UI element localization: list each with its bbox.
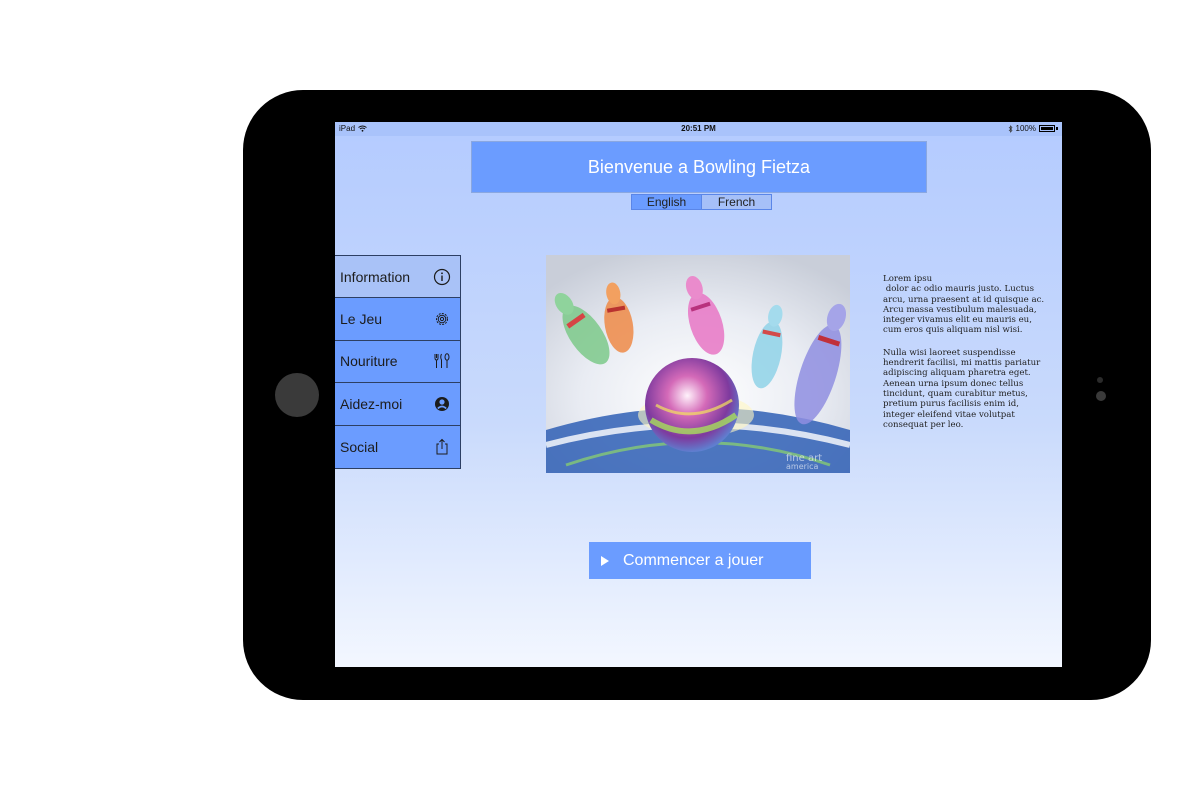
status-time: 20:51 PM bbox=[681, 124, 716, 133]
help-icon bbox=[435, 396, 449, 411]
description-paragraph-1: Lorem ipsu dolor ac odio mauris justo. L… bbox=[883, 274, 1045, 336]
gear-icon bbox=[436, 313, 448, 326]
app-screen: iPad 20:51 PM 100% Bienvenue a Bowling F… bbox=[335, 122, 1062, 667]
bowling-pins-illustration: fine art america bbox=[546, 255, 850, 473]
info-icon bbox=[433, 268, 451, 285]
battery-tip bbox=[1056, 127, 1058, 130]
status-right: 100% bbox=[1008, 124, 1058, 133]
description-paragraph-2: Nulla wisi laoreet suspendisse hendrerit… bbox=[883, 347, 1044, 430]
description-text: Lorem ipsu dolor ac odio mauris justo. L… bbox=[883, 274, 1053, 442]
sidebar-item-nouriture[interactable]: Nouriture bbox=[335, 340, 460, 384]
sidebar-item-le-jeu[interactable]: Le Jeu bbox=[335, 298, 460, 341]
sidebar-menu: Information Le Jeu Nouriture Aidez-moi S… bbox=[335, 255, 461, 469]
language-french-button[interactable]: French bbox=[702, 195, 771, 209]
bowling-illustration-svg: fine art america bbox=[546, 255, 850, 473]
play-icon bbox=[601, 555, 609, 566]
utensils-icon bbox=[434, 353, 450, 369]
bluetooth-icon bbox=[1008, 124, 1013, 133]
sidebar-item-social[interactable]: Social bbox=[335, 425, 460, 468]
sidebar-item-label: Social bbox=[340, 438, 379, 455]
camera-dot bbox=[1096, 391, 1106, 401]
page-title: Bienvenue a Bowling Fietza bbox=[471, 141, 927, 193]
svg-text:america: america bbox=[786, 462, 819, 471]
sidebar-item-aidez-moi[interactable]: Aidez-moi bbox=[335, 383, 460, 426]
home-button[interactable] bbox=[275, 373, 319, 417]
language-english-button[interactable]: English bbox=[632, 195, 702, 209]
battery-percent: 100% bbox=[1015, 124, 1036, 133]
share-icon bbox=[436, 438, 448, 455]
sidebar-item-information[interactable]: Information bbox=[335, 256, 460, 299]
sensor-dot bbox=[1097, 377, 1103, 383]
sidebar-item-label: Aidez-moi bbox=[340, 395, 403, 412]
start-game-button[interactable]: Commencer a jouer bbox=[589, 542, 811, 579]
start-game-label: Commencer a jouer bbox=[623, 551, 764, 569]
language-toggle: English French bbox=[631, 194, 772, 210]
sidebar-item-label: Nouriture bbox=[340, 353, 398, 370]
sidebar-item-label: Information bbox=[340, 268, 411, 285]
sidebar-item-label: Le Jeu bbox=[340, 311, 383, 328]
battery-icon bbox=[1039, 125, 1055, 132]
status-bar: iPad 20:51 PM 100% bbox=[335, 122, 1062, 136]
